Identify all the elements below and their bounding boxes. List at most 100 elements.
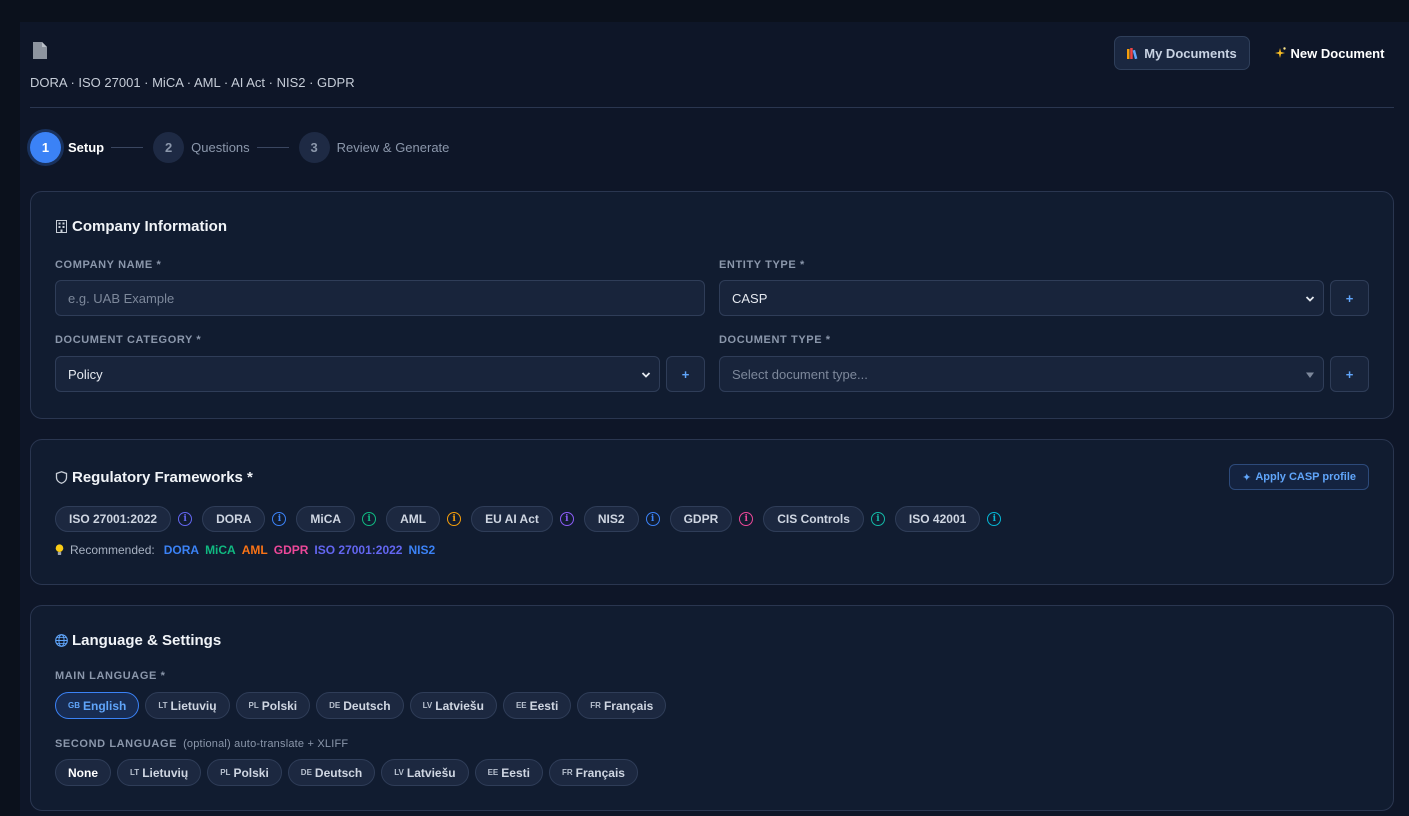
language-option-label: Latviešu [435, 698, 484, 713]
header-divider [30, 107, 1394, 108]
new-document-label: New Document [1290, 45, 1385, 61]
company-information-card: Company Information COMPANY NAME * e.g. … [30, 191, 1394, 419]
info-icon[interactable]: i [362, 512, 377, 526]
recommended-framework[interactable]: ISO 27001:2022 [314, 543, 402, 557]
sparkle-icon: ✦ [1242, 471, 1252, 484]
stepper: 1 Setup 2 Questions 3 Review & Generate [30, 132, 449, 163]
flag-code: EE [515, 701, 527, 710]
step-3-circle[interactable]: 3 [298, 132, 330, 163]
frameworks-subtitle: DORA · ISO 27001 · MiCA · AML · AI Act ·… [30, 75, 355, 90]
info-icon[interactable]: i [739, 512, 754, 526]
main-language-options: GB English LT Lietuvių PL Polski DE Deutsch LV La… [55, 692, 667, 719]
recommended-framework[interactable]: NIS2 [408, 543, 435, 557]
chevron-down-icon [641, 372, 651, 378]
step-2-label[interactable]: Questions [191, 140, 250, 155]
apply-casp-profile-button[interactable]: ✦ Apply CASP profile [1229, 464, 1369, 490]
add-document-category-button[interactable]: + [666, 356, 705, 392]
second-language-heading: SECOND LANGUAGE (optional) auto-translate… [55, 738, 348, 750]
recommended-framework[interactable]: MiCA [205, 543, 236, 557]
language-option[interactable]: None [55, 759, 111, 786]
entity-type-select[interactable]: CASP [719, 280, 1324, 316]
info-icon[interactable]: i [559, 512, 574, 526]
step-1-label[interactable]: Setup [68, 140, 104, 155]
language-option-label: Lietuvių [142, 765, 189, 780]
language-option[interactable]: PL Polski [207, 759, 282, 786]
second-language-options: None LT Lietuvių PL Polski DE Deutsch LV Latvieš… [55, 759, 638, 786]
second-language-hint: (optional) auto-translate + XLIFF [183, 738, 349, 750]
info-icon[interactable]: i [272, 512, 287, 526]
framework-chip[interactable]: ISO 42001 [894, 506, 981, 532]
framework-chip[interactable]: CIS Controls [763, 506, 864, 532]
framework-chip[interactable]: GDPR [669, 506, 733, 532]
info-icon[interactable]: i [178, 512, 193, 526]
language-option[interactable]: LV Latviešu [409, 692, 497, 719]
info-icon[interactable]: i [987, 512, 1002, 526]
company-name-input[interactable]: e.g. UAB Example [55, 280, 705, 316]
info-icon[interactable]: i [447, 512, 462, 526]
document-icon [33, 42, 47, 59]
framework-chip[interactable]: EU AI Act [471, 506, 553, 532]
flag-code: LV [422, 701, 433, 710]
my-documents-button[interactable]: My Documents [1114, 36, 1250, 70]
books-icon [1127, 47, 1138, 59]
language-option-label: English [83, 698, 127, 713]
language-option[interactable]: DE Deutsch [316, 692, 404, 719]
step-3-label[interactable]: Review & Generate [337, 140, 450, 155]
flag-code: DE [329, 701, 341, 710]
framework-chip[interactable]: AML [386, 506, 441, 532]
language-option[interactable]: FR Français [548, 759, 638, 786]
language-option[interactable]: GB English [55, 692, 140, 719]
framework-chip[interactable]: ISO 27001:2022 [55, 506, 172, 532]
step-2-circle[interactable]: 2 [153, 132, 185, 163]
document-category-value: Policy [68, 366, 103, 382]
framework-chip[interactable]: MiCA [296, 506, 356, 532]
language-option[interactable]: LV Latviešu [381, 759, 469, 786]
apply-casp-profile-label: Apply CASP profile [1255, 471, 1356, 483]
main-language-label: MAIN LANGUAGE * [55, 670, 166, 682]
language-option-label: Deutsch [343, 698, 391, 713]
language-option-label: Polski [261, 698, 298, 713]
framework-chip[interactable]: DORA [202, 506, 266, 532]
language-option-label: Eesti [529, 698, 559, 713]
language-option[interactable]: DE Deutsch [287, 759, 376, 786]
language-option[interactable]: EE Eesti [502, 692, 572, 719]
language-option[interactable]: PL Polski [235, 692, 311, 719]
building-icon [56, 220, 67, 233]
add-entity-type-button[interactable]: + [1330, 280, 1369, 316]
company-name-placeholder: e.g. UAB Example [68, 290, 175, 306]
document-type-select[interactable]: Select document type... [719, 356, 1324, 392]
recommended-framework[interactable]: GDPR [274, 543, 309, 557]
recommended-framework[interactable]: AML [242, 543, 268, 557]
language-option[interactable]: LT Lietuvių [117, 759, 202, 786]
language-option[interactable]: LT Lietuvių [145, 692, 230, 719]
company-information-label: Company Information [72, 218, 228, 235]
info-icon[interactable]: i [870, 512, 885, 526]
entity-type-label: ENTITY TYPE * [719, 259, 805, 271]
language-option-label: Français [603, 698, 654, 713]
add-document-type-button[interactable]: + [1330, 356, 1369, 392]
info-icon[interactable]: i [645, 512, 660, 526]
language-option-label: None [68, 765, 98, 780]
my-documents-label: My Documents [1144, 45, 1237, 61]
shield-icon [55, 471, 68, 484]
language-option[interactable]: EE Eesti [474, 759, 543, 786]
framework-chip-row: ISO 27001:2022 i DORA i MiCA i AML i EU AI Act i N… [55, 506, 1011, 532]
sparkles-icon [1274, 47, 1286, 58]
flag-code: LT [130, 768, 140, 777]
flag-code: EE [487, 768, 499, 777]
step-connector [256, 147, 289, 148]
framework-chip[interactable]: NIS2 [583, 506, 639, 532]
flag-code: PL [248, 701, 259, 710]
regulatory-frameworks-card: Regulatory Frameworks * ✦ Apply CASP pro… [30, 439, 1394, 585]
new-document-button[interactable]: New Document [1264, 36, 1394, 70]
step-1-circle[interactable]: 1 [30, 132, 61, 163]
document-category-select[interactable]: Policy [55, 356, 660, 392]
flag-code: LV [394, 768, 404, 777]
language-option-label: Polski [233, 765, 269, 780]
language-option-label: Eesti [501, 765, 530, 780]
language-settings-title: Language & Settings [55, 632, 221, 649]
language-option[interactable]: FR Français [577, 692, 667, 719]
document-category-label: DOCUMENT CATEGORY * [55, 334, 202, 346]
app-window: DORA · ISO 27001 · MiCA · AML · AI Act ·… [20, 22, 1409, 816]
recommended-framework[interactable]: DORA [164, 543, 199, 557]
